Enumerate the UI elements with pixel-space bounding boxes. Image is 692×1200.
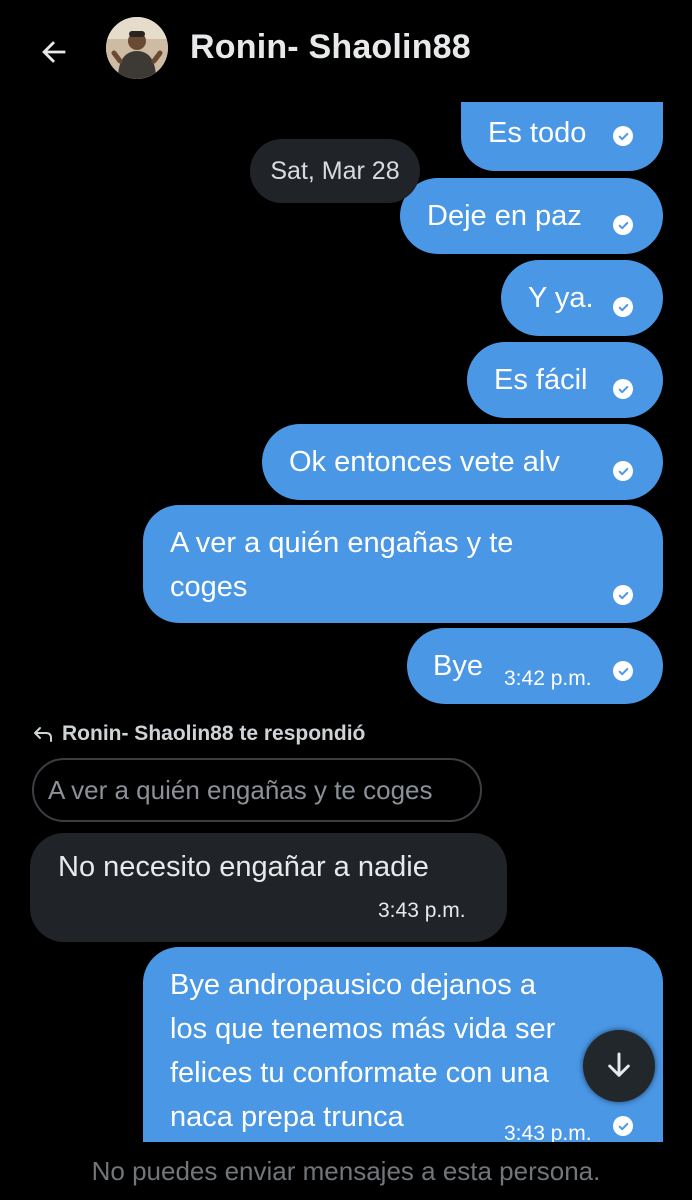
message-line: felices tu conformate con una [170,1057,549,1089]
message-line: naca prepa trunca [170,1101,404,1133]
outgoing-message[interactable]: Es fácil [467,342,663,418]
read-check-icon [613,661,633,681]
outgoing-message[interactable]: Bye 3:42 p.m. [407,628,663,704]
back-button[interactable] [30,28,78,76]
read-check-icon [613,379,633,399]
outgoing-message[interactable]: Y ya. [501,260,663,336]
message-text: Deje en paz [427,200,582,232]
message-thread[interactable]: Sat, Mar 28 Es todo Deje en paz Y ya. Es… [0,102,692,1142]
outgoing-message[interactable]: A ver a quién engañas y te coges [143,505,663,623]
reply-notice-text: Ronin- Shaolin88 te respondió [62,722,366,745]
outgoing-message[interactable]: Es todo [461,102,663,171]
reply-arrow-icon [32,725,54,743]
message-text: A ver a quién engañas y te coges [170,527,514,603]
message-line: Bye andropausico dejanos a [170,969,536,1001]
message-text: Es todo [488,117,587,149]
scroll-to-bottom-button[interactable] [583,1030,655,1102]
back-arrow-icon [42,41,66,63]
outgoing-message[interactable]: Deje en paz [400,178,663,254]
conversation-header: Ronin- Shaolin88 [0,0,692,102]
read-check-icon [613,1116,633,1136]
cannot-message-notice: No puedes enviar mensajes a esta persona… [0,1142,692,1200]
message-text: Bye [433,650,483,682]
date-separator: Sat, Mar 28 [250,139,420,203]
message-time: 3:43 p.m. [504,1122,592,1142]
message-line: los que tenemos más vida ser [170,1013,556,1045]
reply-notice: Ronin- Shaolin88 te respondió [32,722,365,746]
read-check-icon [613,126,633,146]
message-text: No necesito engañar a nadie [58,851,429,883]
message-time: 3:43 p.m. [378,899,466,922]
incoming-message[interactable]: No necesito engañar a nadie 3:43 p.m. [30,833,507,942]
quoted-message[interactable]: A ver a quién engañas y te coges [32,758,482,822]
outgoing-message[interactable]: Ok entonces vete alv [262,424,663,500]
message-text: Ok entonces vete alv [289,446,560,478]
message-text: Y ya. [528,282,594,314]
read-check-icon [613,585,633,605]
message-time: 3:42 p.m. [504,667,592,690]
outgoing-message[interactable]: Bye andropausico dejanos a los que tenem… [143,947,663,1142]
read-check-icon [613,215,633,235]
avatar[interactable] [106,17,168,79]
arrow-down-icon [608,1052,630,1077]
conversation-title[interactable]: Ronin- Shaolin88 [190,28,471,67]
message-text: Es fácil [494,364,588,396]
read-check-icon [613,461,633,481]
read-check-icon [613,297,633,317]
